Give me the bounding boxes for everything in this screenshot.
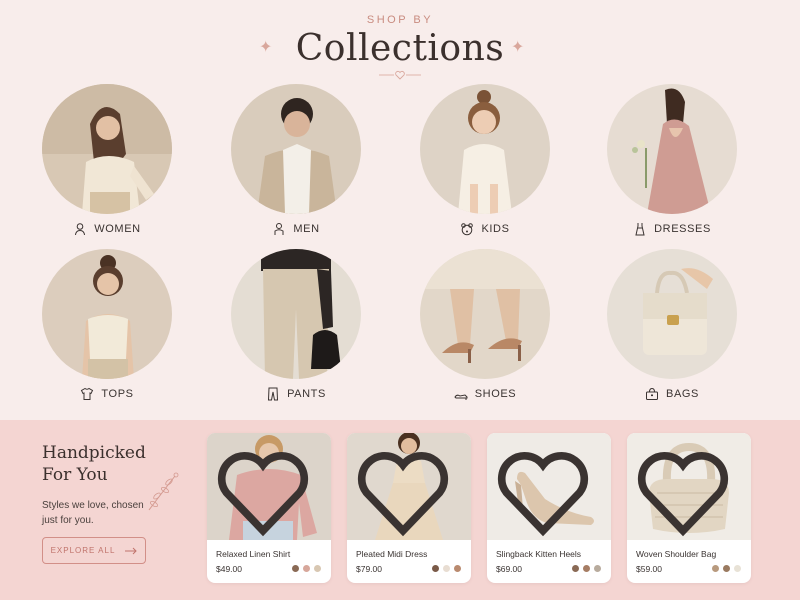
color-swatch[interactable] <box>572 565 579 572</box>
category-shoes-image <box>420 249 550 379</box>
product-price: $69.00 <box>496 564 522 574</box>
product-price: $79.00 <box>356 564 382 574</box>
dress-icon <box>635 223 645 236</box>
category-pants-label: PANTS <box>287 388 326 400</box>
product-name[interactable]: Relaxed Linen Shirt <box>216 549 290 559</box>
category-tops[interactable]: TOPS <box>32 249 182 401</box>
sparkle-icon: ✦ <box>259 39 273 56</box>
category-pants-image <box>231 249 361 379</box>
color-swatches <box>712 565 741 572</box>
category-kids-image <box>420 84 550 214</box>
category-men[interactable]: MEN <box>221 84 371 236</box>
handpicked-title: Handpicked For You <box>42 443 146 485</box>
man-icon <box>274 223 284 235</box>
category-dresses-image <box>607 84 737 214</box>
category-dresses-label: DRESSES <box>654 223 711 235</box>
product-image[interactable] <box>487 433 611 540</box>
product-card[interactable]: Woven Shoulder Bag $59.00 <box>627 433 751 583</box>
heart-icon[interactable] <box>627 439 745 540</box>
color-swatch[interactable] <box>723 565 730 572</box>
category-shoes[interactable]: SHOES <box>410 249 560 401</box>
category-women[interactable]: WOMEN <box>32 84 182 236</box>
heart-icon[interactable] <box>487 439 605 540</box>
color-swatches <box>292 565 321 572</box>
product-card[interactable]: Pleated Midi Dress $79.00 <box>347 433 471 583</box>
category-men-image <box>231 84 361 214</box>
woman-icon <box>75 223 86 236</box>
arrow-right-icon <box>125 547 138 554</box>
shirt-icon <box>81 387 94 400</box>
color-swatch[interactable] <box>454 565 461 572</box>
category-bags-label: BAGS <box>666 388 699 400</box>
product-card[interactable]: Slingback Kitten Heels $69.00 <box>487 433 611 583</box>
color-swatch[interactable] <box>734 565 741 572</box>
category-tops-image <box>42 249 172 379</box>
product-name[interactable]: Woven Shoulder Bag <box>636 549 716 559</box>
product-card[interactable]: Relaxed Linen Shirt $49.00 <box>207 433 331 583</box>
category-bags[interactable]: BAGS <box>597 249 747 401</box>
heart-icon[interactable] <box>207 439 325 540</box>
product-name[interactable]: Pleated Midi Dress <box>356 549 427 559</box>
heart-icon[interactable] <box>347 439 465 540</box>
color-swatch[interactable] <box>314 565 321 572</box>
explore-all-button[interactable]: EXPLORE ALL <box>42 537 146 564</box>
teddy-bear-icon <box>461 223 474 236</box>
category-kids-label: KIDS <box>481 223 510 235</box>
heel-shoe-icon <box>454 394 468 400</box>
pants-icon <box>268 387 279 401</box>
product-price: $49.00 <box>216 564 242 574</box>
product-image[interactable] <box>207 433 331 540</box>
color-swatch[interactable] <box>292 565 299 572</box>
color-swatches <box>432 565 461 572</box>
handpicked-subtitle: Styles we love, chosen just for you. <box>42 500 144 526</box>
category-women-label: WOMEN <box>94 223 141 235</box>
product-image[interactable] <box>347 433 471 540</box>
heart-divider-icon <box>379 70 421 80</box>
category-pants[interactable]: PANTS <box>221 249 371 401</box>
category-dresses[interactable]: DRESSES <box>597 84 747 236</box>
category-kids[interactable]: KIDS <box>410 84 560 236</box>
color-swatch[interactable] <box>712 565 719 572</box>
category-tops-label: TOPS <box>101 388 134 400</box>
category-women-image <box>42 84 172 214</box>
product-name[interactable]: Slingback Kitten Heels <box>496 549 581 559</box>
sparkle-icon: ✦ <box>511 39 525 56</box>
section-eyebrow: SHOP BY <box>366 14 434 26</box>
color-swatch[interactable] <box>443 565 450 572</box>
category-shoes-label: SHOES <box>474 388 517 400</box>
category-bags-image <box>607 249 737 379</box>
product-price: $59.00 <box>636 564 662 574</box>
section-title: Collections <box>295 28 505 69</box>
product-image[interactable] <box>627 433 751 540</box>
color-swatch[interactable] <box>432 565 439 572</box>
color-swatches <box>572 565 601 572</box>
category-men-label: MEN <box>293 223 320 235</box>
handbag-icon <box>646 387 659 400</box>
color-swatch[interactable] <box>594 565 601 572</box>
color-swatch[interactable] <box>303 565 310 572</box>
color-swatch[interactable] <box>583 565 590 572</box>
explore-all-label: EXPLORE ALL <box>50 546 116 555</box>
